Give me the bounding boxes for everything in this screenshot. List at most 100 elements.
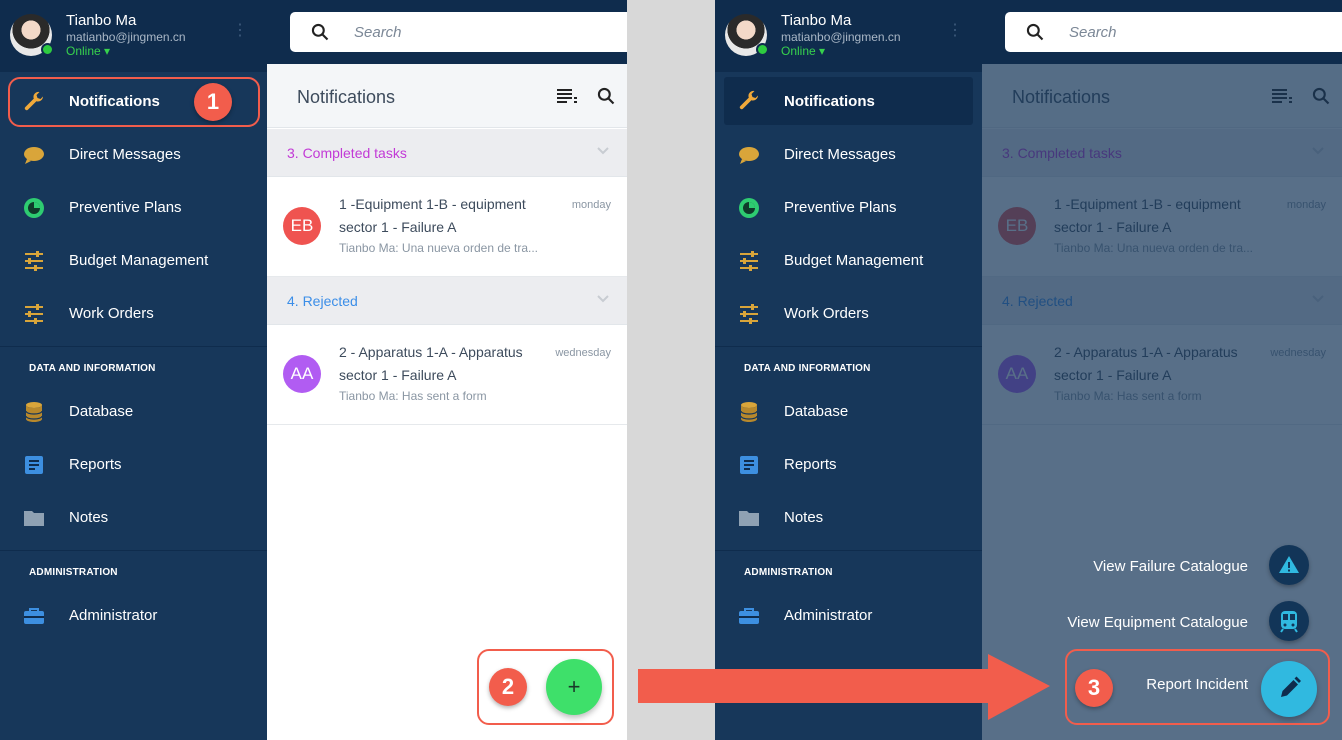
left-screen: Tianbo Ma matianbo@jingmen.cn Online ▾ ⋮…	[0, 0, 627, 740]
database-icon	[740, 402, 758, 422]
avatar[interactable]	[725, 14, 769, 56]
document-icon	[740, 456, 758, 474]
sidebar-item-label: Preventive Plans	[784, 199, 897, 216]
sidebar-item-preventive-plans[interactable]: Preventive Plans	[0, 181, 267, 234]
folder-icon	[739, 511, 759, 526]
section-header-data: DATA AND INFORMATION	[744, 363, 871, 374]
notifications-header: Notifications	[267, 64, 627, 128]
divider	[0, 550, 267, 551]
group-label: 3. Completed tasks	[287, 145, 407, 161]
sidebar-item-label: Database	[784, 403, 849, 420]
toolbox-icon	[739, 608, 759, 624]
chat-bubble-icon	[739, 147, 759, 164]
sidebar-item-label: Work Orders	[784, 305, 869, 322]
profile-header[interactable]: Tianbo Ma matianbo@jingmen.cn Online ▾ ⋮	[715, 0, 982, 72]
avatar: EB	[283, 207, 321, 245]
profile-name: Tianbo Ma	[781, 12, 852, 29]
sidebar-item-reports[interactable]: Reports	[0, 438, 267, 491]
profile-header[interactable]: Tianbo Ma matianbo@jingmen.cn Online ▾ ⋮	[0, 0, 267, 72]
search-input[interactable]: Search	[1005, 12, 1342, 52]
sidebar-item-label: Reports	[784, 456, 837, 473]
folder-icon	[24, 511, 44, 526]
sidebar-item-administrator[interactable]: Administrator	[0, 589, 267, 642]
section-header-data: DATA AND INFORMATION	[29, 363, 156, 374]
sliders-icon	[25, 251, 43, 271]
avatar[interactable]	[10, 14, 54, 56]
divider	[0, 346, 267, 347]
status-dropdown[interactable]: Online ▾	[781, 44, 825, 58]
sidebar-item-label: Work Orders	[69, 305, 154, 322]
sidebar-item-label: Notifications	[784, 93, 875, 110]
avatar: AA	[283, 355, 321, 393]
notification-date: wednesday	[555, 347, 611, 359]
sidebar-item-database[interactable]: Database	[0, 385, 267, 438]
sidebar-item-preventive-plans[interactable]: Preventive Plans	[715, 181, 982, 234]
callout-number: 3	[1075, 669, 1113, 707]
page-title: Notifications	[297, 87, 396, 107]
search-icon	[311, 23, 329, 41]
sidebar-item-label: Reports	[69, 456, 122, 473]
sliders-icon	[740, 251, 758, 271]
search-input[interactable]: Search	[290, 12, 627, 52]
sidebar-item-notifications[interactable]: Notifications	[724, 77, 973, 125]
sidebar-item-label: Administrator	[784, 607, 873, 624]
sidebar-item-reports[interactable]: Reports	[715, 438, 982, 491]
toolbox-icon	[24, 608, 44, 624]
timer-icon	[739, 198, 759, 218]
divider	[715, 346, 982, 347]
callout-number: 1	[194, 83, 232, 121]
group-header-rejected[interactable]: 4. Rejected	[267, 277, 627, 325]
timer-icon	[24, 198, 44, 218]
sidebar-item-label: Notes	[784, 509, 824, 526]
sliders-icon	[25, 304, 43, 324]
search-placeholder: Search	[1069, 24, 1117, 41]
sidebar-item-budget-management[interactable]: Budget Management	[0, 234, 267, 287]
group-header-completed[interactable]: 3. Completed tasks	[267, 129, 627, 177]
notification-subtitle: Tianbo Ma: Una nueva orden de tra...	[339, 241, 539, 255]
notification-subtitle: Tianbo Ma: Has sent a form	[339, 389, 487, 403]
sidebar-item-work-orders[interactable]: Work Orders	[715, 287, 982, 340]
sidebar-item-administrator[interactable]: Administrator	[715, 589, 982, 642]
view-failure-catalogue-label[interactable]: View Failure Catalogue	[1093, 558, 1248, 575]
group-label: 4. Rejected	[287, 293, 358, 309]
sidebar-item-label: Administrator	[69, 607, 158, 624]
search-icon[interactable]	[596, 86, 616, 106]
right-screen: Tianbo Ma matianbo@jingmen.cn Online ▾ ⋮…	[715, 0, 1342, 740]
tutorial-canvas: Tianbo Ma matianbo@jingmen.cn Online ▾ ⋮…	[0, 0, 1342, 740]
notification-title: 1 -Equipment 1-B - equipment sector 1 - …	[339, 196, 526, 235]
sidebar-item-direct-messages[interactable]: Direct Messages	[715, 128, 982, 181]
sidebar-item-notes[interactable]: Notes	[0, 491, 267, 544]
view-failure-catalogue-button[interactable]	[1269, 545, 1309, 585]
sidebar-item-work-orders[interactable]: Work Orders	[0, 287, 267, 340]
sidebar-item-label: Direct Messages	[69, 146, 181, 163]
top-bar: Search	[982, 0, 1342, 64]
warning-icon	[1279, 556, 1299, 573]
database-icon	[25, 402, 43, 422]
profile-email: matianbo@jingmen.cn	[66, 30, 186, 44]
section-header-admin: ADMINISTRATION	[744, 567, 833, 578]
sidebar-item-direct-messages[interactable]: Direct Messages	[0, 128, 267, 181]
view-equipment-catalogue-button[interactable]	[1269, 601, 1309, 641]
status-dropdown[interactable]: Online ▾	[66, 44, 110, 58]
sidebar-item-notes[interactable]: Notes	[715, 491, 982, 544]
search-icon	[1026, 23, 1044, 41]
online-indicator	[41, 43, 54, 56]
step-arrow-icon	[638, 654, 1050, 720]
document-icon	[25, 456, 43, 474]
sidebar-item-budget-management[interactable]: Budget Management	[715, 234, 982, 287]
kebab-menu-icon[interactable]: ⋮	[232, 23, 248, 44]
notification-item[interactable]: EB 1 -Equipment 1-B - equipment sector 1…	[267, 177, 627, 277]
kebab-menu-icon[interactable]: ⋮	[947, 23, 963, 44]
view-equipment-catalogue-label[interactable]: View Equipment Catalogue	[1067, 614, 1248, 631]
chat-bubble-icon	[24, 147, 44, 164]
train-icon	[1280, 611, 1298, 633]
sidebar-item-database[interactable]: Database	[715, 385, 982, 438]
sidebar-item-label: Budget Management	[69, 252, 209, 269]
profile-name: Tianbo Ma	[66, 12, 137, 29]
notification-title: 2 - Apparatus 1-A - Apparatus sector 1 -…	[339, 344, 523, 383]
sidebar-item-label: Notes	[69, 509, 109, 526]
list-filter-icon[interactable]	[557, 88, 577, 104]
notification-item[interactable]: AA 2 - Apparatus 1-A - Apparatus sector …	[267, 325, 627, 425]
sidebar: Tianbo Ma matianbo@jingmen.cn Online ▾ ⋮…	[715, 0, 982, 740]
online-indicator	[756, 43, 769, 56]
